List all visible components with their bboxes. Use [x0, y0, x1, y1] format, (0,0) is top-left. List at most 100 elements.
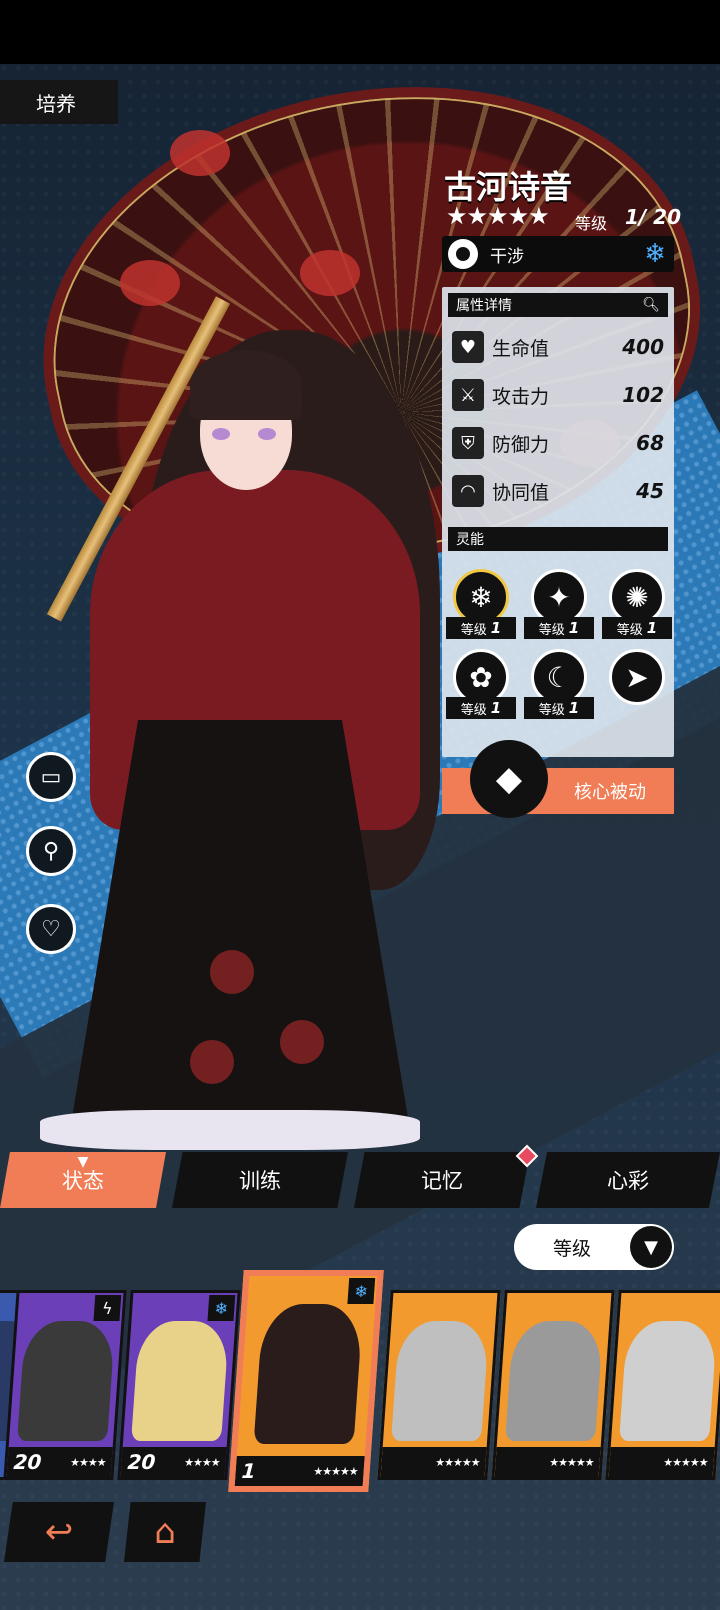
- card-stars: ★★★★★: [548, 1455, 595, 1469]
- card-level: 20: [126, 1450, 157, 1474]
- card-footer: ★★★★★: [380, 1447, 487, 1477]
- skirt-pattern: [190, 1040, 234, 1084]
- character-eye: [212, 428, 230, 440]
- skills-header-label: 灵能: [456, 532, 484, 548]
- card-footer: 20 ★★★★: [120, 1447, 227, 1477]
- element-bar[interactable]: 干涉 ❄: [442, 236, 674, 272]
- screen-tag-label: 培养: [36, 91, 76, 116]
- tab-pointer-icon: ▼: [77, 1154, 89, 1170]
- snowflake-icon: ❄: [644, 239, 666, 269]
- magnifier-icon[interactable]: ⚲: [26, 826, 76, 876]
- app-root: 培养 古河诗音 ★★★★★ 等级 1/ 20 干涉 ❄ 属性详情 🔍︎ ♥ 生命…: [0, 0, 720, 1610]
- tab-label: 训练: [239, 1169, 281, 1193]
- screen-tag: 培养: [0, 80, 118, 124]
- tab-memory[interactable]: 记忆: [354, 1152, 530, 1208]
- tab-training[interactable]: 训练: [172, 1152, 348, 1208]
- skill-level-value: 1: [646, 619, 658, 637]
- card-stars: ★★★★★: [312, 1464, 359, 1478]
- roster-card-selected[interactable]: ❄ 1 ★★★★★: [228, 1270, 384, 1492]
- skill-6[interactable]: ➤: [602, 649, 672, 725]
- roster-card[interactable]: ★★★★★: [377, 1290, 501, 1480]
- attribute-value: 102: [622, 383, 664, 407]
- tab-label: 心彩: [607, 1169, 649, 1193]
- roster-card[interactable]: ϟ 20 ★★★★: [3, 1290, 127, 1480]
- umbrella-pattern: [120, 260, 180, 306]
- attribute-label: 生命值: [492, 337, 550, 360]
- tab-bar: ▼ 状态 训练 记忆 心彩: [0, 1152, 720, 1208]
- umbrella-pattern: [170, 130, 230, 176]
- character-eye: [258, 428, 276, 440]
- card-portrait: [131, 1321, 230, 1441]
- skill-level-label: 等级: [460, 622, 487, 638]
- attribute-header[interactable]: 属性详情 🔍︎: [448, 293, 668, 317]
- attribute-row-synergy: ◠ 协同值 45: [452, 471, 664, 511]
- skill-1[interactable]: ❄ 等级 1: [446, 569, 516, 645]
- bolt-icon: ϟ: [93, 1295, 122, 1321]
- attribute-row-hp: ♥ 生命值 400: [452, 327, 664, 367]
- skill-level: 等级 1: [524, 697, 594, 719]
- skill-level-value: 1: [568, 699, 580, 717]
- umbrella-pattern: [300, 250, 360, 296]
- skill-level-label: 等级: [538, 622, 565, 638]
- character-hem: [40, 1110, 420, 1150]
- skirt-pattern: [210, 950, 254, 994]
- card-footer: ★★★★★: [494, 1447, 601, 1477]
- skill-5[interactable]: ☾ 等级 1: [524, 649, 594, 725]
- level-label: 等级: [575, 214, 608, 233]
- card-stars: ★★★★: [69, 1455, 107, 1469]
- tab-heart-color[interactable]: 心彩: [536, 1152, 720, 1208]
- home-icon[interactable]: ⌂: [124, 1502, 206, 1562]
- card-portrait: [505, 1321, 604, 1441]
- character-roster: ϟ 20 ★★★★ ❄ 20 ★★★★ ❄ 1 ★★★★★ ★★★★★ ★★★★…: [0, 1270, 720, 1492]
- interference-icon: [448, 239, 478, 269]
- running-figure-icon: ➤: [609, 649, 665, 705]
- sort-label: 等级: [552, 1237, 591, 1260]
- character-stars: ★★★★★: [446, 202, 550, 230]
- skill-level-label: 等级: [538, 702, 565, 718]
- rainbow-arc-icon: ◠: [452, 475, 484, 507]
- card-portrait: [253, 1304, 364, 1444]
- character-bangs: [190, 350, 302, 420]
- skills-header: 灵能: [448, 527, 668, 551]
- card-footer: 1 ★★★★★: [234, 1456, 365, 1486]
- attribute-row-defense: ⛨ 防御力 68: [452, 423, 664, 463]
- attribute-label: 防御力: [492, 433, 550, 456]
- status-bar: [0, 0, 720, 64]
- sort-dropdown[interactable]: 等级 ▼: [514, 1224, 674, 1270]
- card-level: 20: [12, 1450, 43, 1474]
- attribute-value: 45: [636, 479, 664, 503]
- folder-icon[interactable]: ▭: [26, 752, 76, 802]
- skill-level-label: 等级: [616, 622, 643, 638]
- tab-label: 记忆: [421, 1169, 463, 1193]
- skill-2[interactable]: ✦ 等级 1: [524, 569, 594, 645]
- skill-level: 等级 1: [446, 617, 516, 639]
- skill-level-value: 1: [568, 619, 580, 637]
- attribute-value: 68: [636, 431, 664, 455]
- card-portrait: [17, 1321, 116, 1441]
- skill-level: 等级 1: [446, 697, 516, 719]
- skill-level-label: 等级: [460, 702, 487, 718]
- card-level: 1: [240, 1459, 257, 1483]
- card-footer: 20 ★★★★: [6, 1447, 113, 1477]
- attribute-panel: 属性详情 🔍︎ ♥ 生命值 400 ⚔ 攻击力 102 ⛨ 防御力 68 ◠ 协…: [442, 287, 674, 757]
- roster-card[interactable]: ★★★★★: [491, 1290, 615, 1480]
- snowflake-icon: ❄: [347, 1278, 376, 1304]
- card-footer: ★★★★★: [608, 1447, 715, 1477]
- search-icon: 🔍︎: [642, 297, 660, 313]
- roster-card[interactable]: ❄ 20 ★★★★: [117, 1290, 241, 1480]
- roster-card[interactable]: ★★★★★: [605, 1290, 720, 1480]
- heart-badge-icon[interactable]: ♡: [26, 904, 76, 954]
- card-stars: ★★★★★: [434, 1455, 481, 1469]
- tab-status[interactable]: ▼ 状态: [0, 1152, 166, 1208]
- skill-3[interactable]: ✺ 等级 1: [602, 569, 672, 645]
- core-passive-label: 核心被动: [574, 782, 646, 803]
- back-arrow-icon[interactable]: ↩: [4, 1502, 114, 1562]
- card-portrait: [619, 1321, 718, 1441]
- skill-4[interactable]: ✿ 等级 1: [446, 649, 516, 725]
- skill-level: 等级 1: [602, 617, 672, 639]
- skill-level: 等级 1: [524, 617, 594, 639]
- skirt-pattern: [280, 1020, 324, 1064]
- attribute-header-label: 属性详情: [456, 298, 512, 314]
- attribute-value: 400: [622, 335, 664, 359]
- heart-monitor-icon: ♥: [452, 331, 484, 363]
